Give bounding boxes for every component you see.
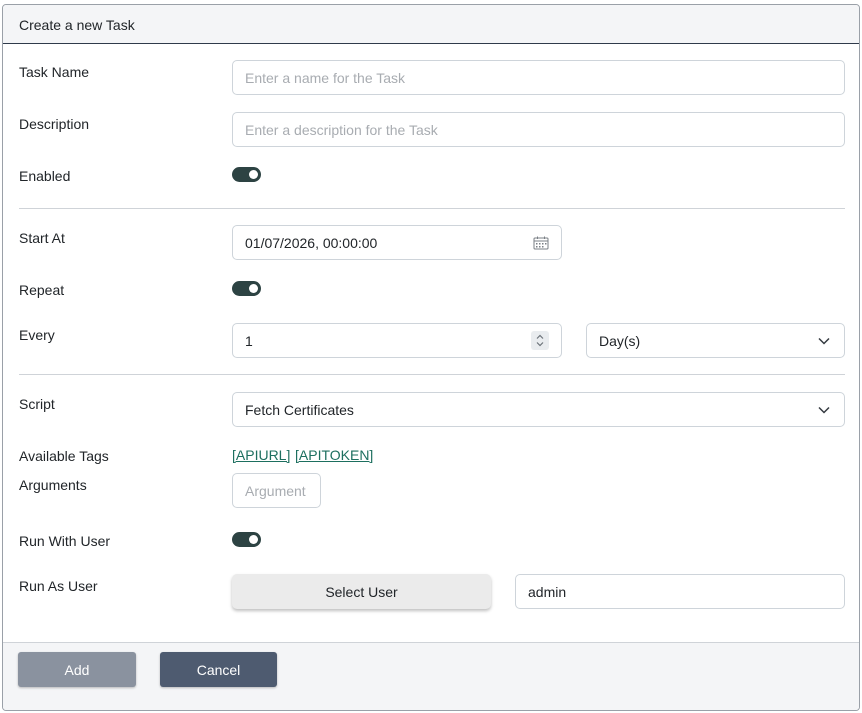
enabled-toggle[interactable]	[232, 167, 261, 182]
every-number-input[interactable]: 1	[232, 323, 562, 358]
available-tags-label: Available Tags	[19, 448, 109, 464]
arguments-label: Arguments	[19, 477, 87, 493]
task-name-label: Task Name	[19, 64, 90, 80]
divider	[19, 374, 845, 375]
every-label: Every	[19, 327, 55, 343]
script-label: Script	[19, 396, 55, 412]
dialog-body: Task Name Description Enabled Start At 0…	[3, 44, 859, 641]
create-task-dialog: Create a new Task Task Name Description …	[2, 4, 860, 711]
select-user-button[interactable]: Select User	[232, 574, 491, 609]
script-value: Fetch Certificates	[245, 402, 354, 418]
description-input[interactable]	[232, 112, 845, 147]
every-value: 1	[245, 333, 253, 349]
dialog-footer: Add Cancel	[3, 642, 859, 710]
calendar-icon[interactable]	[533, 236, 549, 250]
spinner-icon[interactable]	[531, 331, 549, 350]
start-at-label: Start At	[19, 230, 65, 246]
description-label: Description	[19, 116, 90, 132]
run-with-user-toggle[interactable]	[232, 532, 261, 547]
chevron-down-icon	[818, 406, 830, 414]
start-at-input[interactable]: 01/07/2026, 00:00:00	[232, 225, 562, 260]
task-name-input[interactable]	[232, 60, 845, 95]
every-unit-select[interactable]: Day(s)	[586, 323, 845, 358]
cancel-button[interactable]: Cancel	[160, 652, 277, 687]
tag-apitoken[interactable]: [APITOKEN]	[295, 447, 373, 463]
script-select[interactable]: Fetch Certificates	[232, 392, 845, 427]
argument-input[interactable]	[232, 473, 321, 508]
divider	[19, 208, 845, 209]
toggle-knob	[249, 535, 258, 544]
toggle-knob	[249, 170, 258, 179]
every-unit-value: Day(s)	[599, 333, 641, 349]
chevron-down-icon	[818, 337, 830, 345]
run-as-user-input[interactable]	[515, 574, 845, 609]
dialog-title: Create a new Task	[3, 5, 859, 44]
repeat-label: Repeat	[19, 282, 65, 298]
start-at-value: 01/07/2026, 00:00:00	[245, 235, 378, 251]
repeat-toggle[interactable]	[232, 281, 261, 296]
enabled-label: Enabled	[19, 168, 71, 184]
add-button[interactable]: Add	[18, 652, 136, 687]
run-as-user-label: Run As User	[19, 578, 98, 594]
run-with-user-label: Run With User	[19, 533, 111, 549]
tag-apiurl[interactable]: [APIURL]	[232, 447, 290, 463]
toggle-knob	[249, 284, 258, 293]
